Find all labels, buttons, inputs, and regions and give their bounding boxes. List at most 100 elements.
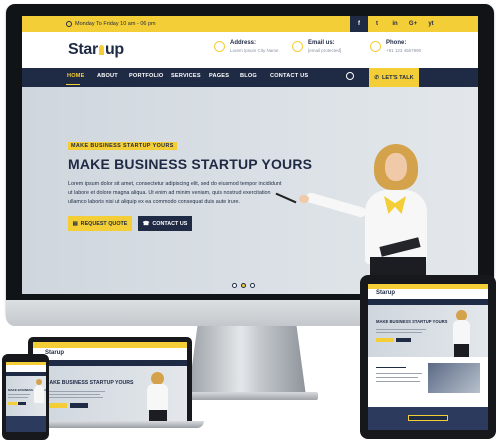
- tablet-about-text-line: [376, 381, 420, 382]
- tablet-figure-skirt: [454, 344, 469, 357]
- top-info-bar: Monday To Friday 10 am - 06 pm f t in G+…: [22, 16, 478, 32]
- youtube-icon[interactable]: yt: [422, 16, 440, 32]
- nav-blog[interactable]: BLOG: [240, 73, 257, 79]
- address-title: Address:: [230, 40, 257, 46]
- tablet-figure-body: [453, 320, 470, 344]
- tablet-about-text-line: [376, 367, 406, 368]
- header-email: Email us: [email protected]: [292, 40, 341, 53]
- site-header: Star up Address: Lorem Ipsum City Name Em…: [22, 32, 478, 68]
- hero-woman-hand: [299, 195, 309, 203]
- twitter-icon[interactable]: t: [368, 16, 386, 32]
- hero-title: MAKE BUSINESS STARTUP YOURS: [68, 156, 313, 172]
- nav-services[interactable]: SERVICES: [171, 73, 201, 79]
- google-plus-icon[interactable]: G+: [404, 16, 422, 32]
- header-address: Address: Lorem Ipsum City Name: [214, 40, 279, 53]
- tablet-header: Starup: [368, 289, 488, 299]
- nav-portfolio[interactable]: PORTFOLIO: [129, 73, 163, 79]
- slider-dot[interactable]: [232, 283, 237, 288]
- laptop-figure-body: [147, 384, 168, 410]
- business-hours-text: Monday To Friday 10 am - 06 pm: [75, 21, 156, 27]
- email-title: Email us:: [308, 40, 335, 46]
- tablet-bottom-section: [368, 407, 488, 430]
- clock-icon: [66, 21, 72, 27]
- imac-stand-neck: [188, 326, 306, 396]
- nav-contact-us[interactable]: CONTACT US: [270, 73, 308, 79]
- laptop-logo: Starup: [45, 350, 64, 356]
- lets-talk-label: LET'S TALK: [382, 74, 414, 81]
- site-logo[interactable]: Star up: [68, 41, 124, 59]
- address-value: Lorem Ipsum City Name: [230, 48, 279, 53]
- phone-icon: [370, 41, 381, 52]
- laptop-hero-text-line: [45, 394, 100, 395]
- social-links: f t in G+ yt: [350, 16, 440, 32]
- mail-icon: [292, 41, 303, 52]
- hero-woman-arm: [304, 191, 368, 219]
- lets-talk-button[interactable]: ✆ LET'S TALK: [369, 68, 419, 87]
- tablet-team-photo: [428, 363, 480, 393]
- laptop-hero: MAKE BUSINESS STARTUP YOURS: [33, 366, 187, 422]
- tablet-about-section: [368, 357, 488, 407]
- slider-dot[interactable]: [250, 283, 255, 288]
- tablet-hero-text-line: [376, 332, 422, 333]
- phone-value[interactable]: +91 123 4567890: [386, 48, 421, 53]
- tablet-bottom-button: [408, 415, 448, 421]
- phone-bottom-section: [6, 416, 46, 432]
- tablet-hero: MAKE BUSINESS STARTUP YOURS: [368, 305, 488, 357]
- headset-icon: ☎: [142, 220, 150, 227]
- tablet-about-text-line: [376, 373, 422, 374]
- chat-icon: ✆: [374, 74, 379, 81]
- phone-title: Phone:: [386, 40, 407, 46]
- linkedin-icon[interactable]: in: [386, 16, 404, 32]
- phone-hero: MAKE BUSINESS STARTUP YOURS: [6, 376, 46, 416]
- request-quote-button[interactable]: ▤ REQUEST QUOTE: [68, 216, 132, 231]
- header-phone: Phone: +91 123 4567890: [370, 40, 421, 53]
- logo-text-start: Star: [68, 41, 98, 58]
- laptop-hero-text-line: [45, 397, 103, 398]
- map-pin-icon: [214, 41, 225, 52]
- tablet-contact-button: [396, 338, 411, 342]
- nav-pages[interactable]: PAGES: [209, 73, 229, 79]
- tablet-screen: Starup MAKE BUSINESS STARTUP YOURS: [368, 284, 488, 430]
- request-quote-label: REQUEST QUOTE: [80, 220, 128, 227]
- imac-screen: Monday To Friday 10 am - 06 pm f t in G+…: [22, 16, 478, 294]
- laptop-contact-button: [70, 403, 88, 408]
- laptop-screen: Starup MAKE BUSINESS STARTUP YOURS: [33, 342, 187, 422]
- hero-kicker: MAKE BUSINESS STARTUP YOURS: [68, 142, 177, 150]
- contact-us-button[interactable]: ☎ CONTACT US: [138, 216, 192, 231]
- hero-banner: MAKE BUSINESS STARTUP YOURS MAKE BUSINES…: [22, 87, 478, 294]
- tablet-logo-end: up: [387, 290, 396, 296]
- nav-home[interactable]: HOME: [67, 73, 85, 79]
- phone-hero-text-line: [8, 394, 30, 395]
- slider-dots: [232, 283, 255, 288]
- nav-active-indicator: [66, 84, 80, 85]
- device-mockup-stage: Monday To Friday 10 am - 06 pm f t in G+…: [0, 0, 500, 446]
- phone-hero-text-line: [8, 397, 28, 398]
- phone-header: [6, 365, 46, 372]
- tablet-quote-button: [376, 338, 394, 342]
- rocket-icon: [98, 45, 104, 55]
- nav-about[interactable]: ABOUT: [97, 73, 118, 79]
- tablet-hero-title: MAKE BUSINESS STARTUP YOURS: [376, 319, 448, 324]
- laptop-hero-text-line: [45, 391, 105, 392]
- laptop-logo-end: up: [56, 350, 65, 356]
- email-value[interactable]: [email protected]: [308, 48, 341, 53]
- slider-dot-active[interactable]: [241, 283, 246, 288]
- tablet-about-text-line: [376, 377, 418, 378]
- logo-text-end: up: [104, 41, 124, 58]
- phone-screen: MAKE BUSINESS STARTUP YOURS: [6, 362, 46, 432]
- business-hours: Monday To Friday 10 am - 06 pm: [66, 21, 156, 27]
- search-icon[interactable]: [346, 72, 354, 80]
- tablet-logo: Starup: [376, 290, 395, 296]
- laptop-hero-title: MAKE BUSINESS STARTUP YOURS: [45, 380, 134, 386]
- hero-woman-face: [385, 153, 407, 181]
- tablet-logo-start: Star: [376, 290, 388, 296]
- laptop-header: Starup: [33, 348, 187, 360]
- quote-icon: ▤: [72, 220, 78, 227]
- tablet-hero-text-line: [376, 329, 426, 330]
- phone-quote-button: [8, 402, 17, 405]
- facebook-icon[interactable]: f: [350, 16, 368, 32]
- contact-us-label: CONTACT US: [152, 220, 188, 227]
- phone-contact-button: [18, 402, 26, 405]
- hero-text: Lorem ipsum dolor sit amet, consectetur …: [68, 181, 282, 205]
- phone-figure-body: [34, 385, 44, 403]
